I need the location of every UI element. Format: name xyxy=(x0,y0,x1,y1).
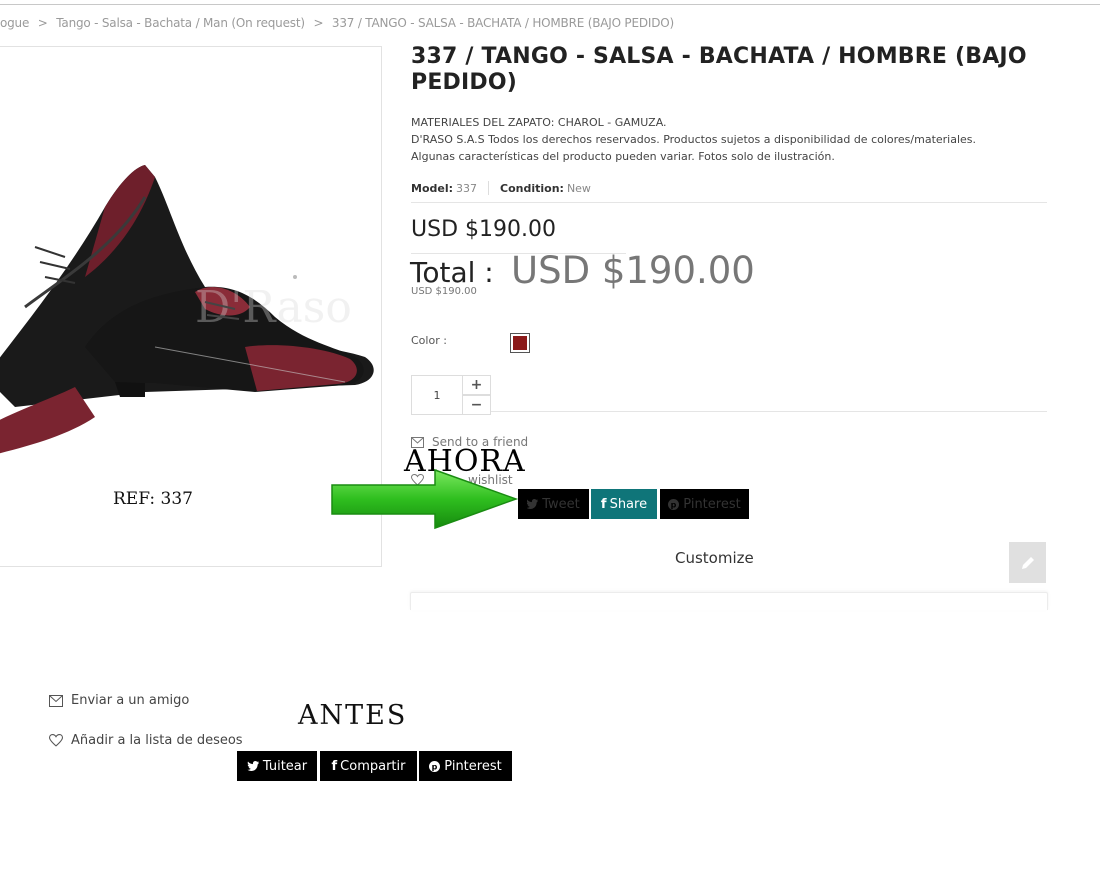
description-line: Algunas características del producto pue… xyxy=(411,150,835,163)
description-line: MATERIALES DEL ZAPATO: CHAROL - GAMUZA. xyxy=(411,116,667,129)
divider xyxy=(491,411,1047,412)
model-label: Model: xyxy=(411,181,454,195)
product-title: 337 / TANGO - SALSA - BACHATA / HOMBRE (… xyxy=(411,44,1027,95)
customize-heading: Customize xyxy=(675,549,754,567)
breadcrumb-item-category[interactable]: Tango - Salsa - Bachata / Man (On reques… xyxy=(56,16,305,30)
quantity-input[interactable]: 1 xyxy=(411,375,463,415)
product-image[interactable]: D'Raso REF: 337 xyxy=(0,46,382,567)
envelope-icon xyxy=(49,694,63,707)
pinterest-label: Pinterest xyxy=(683,496,741,512)
total-small-value: USD $190.00 xyxy=(411,286,477,297)
color-label: Color : xyxy=(411,334,447,347)
watermark-text: D'Raso xyxy=(195,282,352,333)
twitter-icon xyxy=(247,761,259,771)
meta-divider xyxy=(488,181,490,195)
breadcrumb-item-current: 337 / TANGO - SALSA - BACHATA / HOMBRE (… xyxy=(331,16,674,30)
tweet-label-old: Tuitear xyxy=(262,758,308,774)
facebook-icon: f xyxy=(331,758,338,774)
pinterest-icon: p xyxy=(429,760,441,772)
pencil-icon xyxy=(1021,556,1034,569)
total-label: Total : xyxy=(410,256,494,289)
share-label: Share xyxy=(609,496,648,512)
breadcrumb-item-catalogue[interactable]: ogue xyxy=(0,16,29,30)
wishlist-link-old[interactable]: Añadir a la lista de deseos xyxy=(49,733,243,748)
arrow-right-icon xyxy=(331,468,519,530)
pinterest-button-new[interactable]: p Pinterest xyxy=(660,489,749,519)
share-button-old[interactable]: f Compartir xyxy=(320,751,417,781)
twitter-icon xyxy=(527,499,539,509)
pinterest-icon: p xyxy=(668,498,680,510)
total-value: USD $190.00 xyxy=(511,249,755,292)
product-meta: Model: 337 Condition: New xyxy=(411,181,591,195)
tweet-button-new[interactable]: Tweet xyxy=(518,489,589,519)
condition-value: New xyxy=(566,181,591,195)
svg-text:p: p xyxy=(671,500,677,509)
svg-text:p: p xyxy=(432,762,438,771)
tweet-button-old[interactable]: Tuitear xyxy=(237,751,317,781)
customize-edit-button[interactable] xyxy=(1009,542,1046,583)
send-to-friend-link-old[interactable]: Enviar a un amigo xyxy=(49,693,189,708)
tweet-label: Tweet xyxy=(542,496,580,512)
color-swatch-burgundy[interactable] xyxy=(510,333,530,353)
pinterest-button-old[interactable]: p Pinterest xyxy=(419,751,512,781)
pinterest-label-old: Pinterest xyxy=(444,758,502,774)
top-divider xyxy=(0,4,1100,5)
model-value: 337 xyxy=(456,181,478,195)
product-price: USD $190.00 xyxy=(411,217,556,242)
condition-label: Condition: xyxy=(500,181,564,195)
wishlist-label-old: Añadir a la lista de deseos xyxy=(71,733,243,748)
product-description: MATERIALES DEL ZAPATO: CHAROL - GAMUZA. … xyxy=(411,114,1051,165)
color-swatch-fill xyxy=(513,336,527,350)
quantity-increase-button[interactable]: + xyxy=(463,375,491,395)
image-ref-label: REF: 337 xyxy=(113,489,193,509)
facebook-icon: f xyxy=(600,496,607,512)
breadcrumb-separator: > xyxy=(313,16,324,30)
customize-panel xyxy=(410,592,1048,610)
share-label-old: Compartir xyxy=(340,758,406,774)
send-to-friend-label-old: Enviar a un amigo xyxy=(71,693,190,708)
breadcrumb-separator: > xyxy=(37,16,48,30)
antes-heading: ANTES xyxy=(298,700,408,731)
quantity-decrease-button[interactable]: − xyxy=(463,395,491,415)
heart-icon xyxy=(49,734,63,747)
description-line: D'RASO S.A.S Todos los derechos reservad… xyxy=(411,133,977,146)
share-button-new[interactable]: f Share xyxy=(591,489,657,519)
divider xyxy=(411,202,1047,203)
breadcrumb: ogue > Tango - Salsa - Bachata / Man (On… xyxy=(0,16,674,30)
